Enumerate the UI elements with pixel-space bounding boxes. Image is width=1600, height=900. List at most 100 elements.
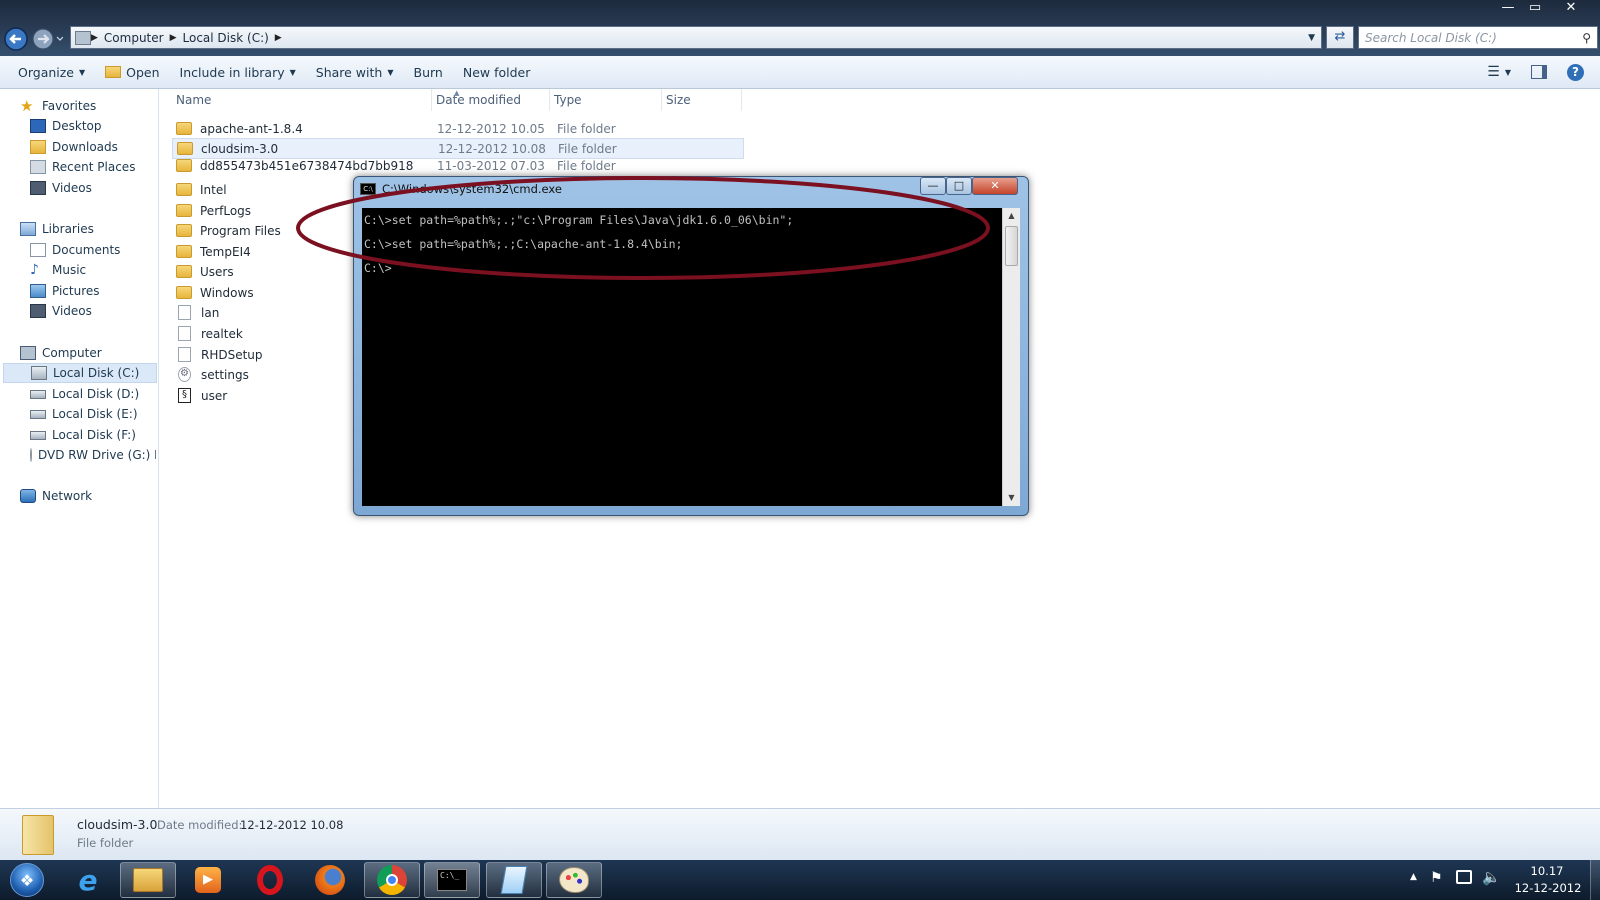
chevron-right-icon[interactable]: ▶ bbox=[170, 33, 177, 43]
share-with-button[interactable]: Share with ▼ bbox=[306, 56, 404, 88]
include-in-library-button[interactable]: Include in library ▼ bbox=[170, 56, 306, 88]
drive-icon bbox=[30, 389, 46, 399]
windows-logo-icon: ❖ bbox=[10, 863, 44, 897]
nav-favorites[interactable]: ★ Favorites bbox=[20, 96, 96, 116]
folder-icon bbox=[176, 122, 192, 135]
recent-places-icon bbox=[30, 160, 46, 174]
drive-icon bbox=[31, 366, 47, 380]
search-input[interactable]: Search Local Disk (C:) ⚲ bbox=[1358, 26, 1598, 49]
help-button[interactable]: ? bbox=[1557, 56, 1594, 88]
videos-icon bbox=[30, 181, 46, 195]
file-name: Users bbox=[200, 264, 234, 279]
clock-date[interactable]: 12-12-2012 bbox=[1508, 881, 1588, 895]
minimize-button[interactable]: — bbox=[1494, 0, 1522, 18]
taskbar-notepad[interactable] bbox=[486, 862, 542, 898]
folder-icon bbox=[176, 204, 192, 217]
chevron-right-icon[interactable]: ▶ bbox=[91, 33, 98, 43]
paint-icon bbox=[559, 867, 589, 893]
file-name: cloudsim-3.0 bbox=[201, 141, 279, 156]
taskbar-internet-explorer[interactable]: e bbox=[60, 862, 116, 898]
taskbar-windows-explorer[interactable] bbox=[120, 862, 176, 898]
nav-pictures[interactable]: Pictures bbox=[30, 281, 100, 301]
address-bar[interactable]: ▶ Computer ▶ Local Disk (C:) ▶ ▼ bbox=[70, 26, 1322, 49]
close-button[interactable]: ✕ bbox=[1548, 0, 1594, 18]
list-item[interactable]: lan bbox=[172, 302, 342, 323]
nav-documents[interactable]: Documents bbox=[30, 240, 120, 260]
folder-icon bbox=[176, 265, 192, 278]
nav-label: Local Disk (D:) bbox=[52, 387, 140, 401]
nav-recent-places[interactable]: Recent Places bbox=[30, 157, 135, 177]
start-button[interactable]: ❖ bbox=[2, 862, 52, 898]
nav-local-disk-f[interactable]: Local Disk (F:) bbox=[30, 425, 136, 445]
organize-label: Organize bbox=[18, 64, 74, 80]
breadcrumb-local-disk[interactable]: Local Disk (C:) bbox=[183, 31, 269, 45]
burn-button[interactable]: Burn bbox=[404, 56, 453, 88]
nav-videos-library[interactable]: Videos bbox=[30, 301, 92, 321]
chevron-right-icon[interactable]: ▶ bbox=[275, 33, 282, 43]
nav-label: Local Disk (F:) bbox=[52, 428, 136, 442]
folder-icon bbox=[176, 245, 192, 258]
show-desktop-button[interactable] bbox=[1590, 860, 1600, 900]
open-button[interactable]: Open bbox=[95, 56, 169, 88]
nav-computer[interactable]: Computer bbox=[20, 343, 102, 363]
taskbar-cmd[interactable]: C:\_ bbox=[424, 862, 480, 898]
nav-dvd-drive[interactable]: DVD RW Drive (G:) N bbox=[30, 445, 156, 465]
internet-explorer-icon: e bbox=[78, 863, 98, 897]
nav-local-disk-d[interactable]: Local Disk (D:) bbox=[30, 384, 139, 404]
folder-icon bbox=[176, 286, 192, 299]
list-item-selected[interactable]: cloudsim-3.0 12-12-2012 10.08 File folder bbox=[172, 138, 744, 159]
taskbar-media-player[interactable]: ▶ bbox=[180, 862, 236, 898]
network-tray-icon[interactable] bbox=[1456, 870, 1472, 884]
show-hidden-icons[interactable]: ▲ bbox=[1410, 872, 1417, 882]
taskbar: ❖ e ▶ C:\_ ▲ ⚑ 🔈 10.17 12-12-2012 bbox=[0, 860, 1600, 900]
preview-pane-button[interactable] bbox=[1521, 56, 1557, 88]
star-icon: ★ bbox=[20, 97, 34, 115]
nav-local-disk-c[interactable]: Local Disk (C:) bbox=[3, 363, 157, 383]
file-name: settings bbox=[201, 367, 249, 382]
nav-music[interactable]: ♪ Music bbox=[30, 260, 86, 280]
new-folder-button[interactable]: New folder bbox=[453, 56, 541, 88]
annotation-ellipse bbox=[296, 176, 990, 280]
taskbar-opera[interactable] bbox=[242, 862, 298, 898]
nav-videos-favorite[interactable]: Videos bbox=[30, 178, 92, 198]
nav-libraries[interactable]: Libraries bbox=[20, 219, 94, 239]
nav-label: Music bbox=[52, 263, 87, 277]
nav-local-disk-e[interactable]: Local Disk (E:) bbox=[30, 404, 138, 424]
list-item[interactable]: § user bbox=[172, 385, 342, 406]
navigation-pane: ★ Favorites Desktop Downloads Recent Plac… bbox=[0, 89, 159, 808]
breadcrumb-computer[interactable]: Computer bbox=[104, 31, 164, 45]
file-type: File folder bbox=[557, 121, 616, 136]
refresh-icon[interactable]: ⇄ bbox=[1326, 26, 1354, 49]
list-item[interactable]: realtek bbox=[172, 323, 342, 344]
chevron-down-icon: ▼ bbox=[79, 67, 86, 77]
list-item[interactable]: RHDSetup bbox=[172, 344, 342, 365]
back-forward-icon[interactable] bbox=[3, 26, 64, 52]
maximize-button[interactable]: ▭ bbox=[1522, 0, 1548, 18]
column-header-size[interactable]: Size bbox=[662, 89, 742, 111]
taskbar-chrome[interactable] bbox=[364, 862, 420, 898]
column-header-name[interactable]: Name bbox=[172, 89, 432, 111]
history-dropdown-icon[interactable]: ▼ bbox=[1308, 33, 1315, 43]
list-item[interactable]: apache-ant-1.8.4 12-12-2012 10.05 File fol… bbox=[172, 118, 744, 139]
clock-time[interactable]: 10.17 bbox=[1512, 864, 1582, 878]
taskbar-paint[interactable] bbox=[546, 862, 602, 898]
file-date: 12-12-2012 10.08 bbox=[438, 141, 546, 156]
file-name: apache-ant-1.8.4 bbox=[200, 121, 303, 136]
libraries-icon bbox=[20, 222, 36, 236]
column-header-type[interactable]: Type bbox=[550, 89, 662, 111]
nav-desktop[interactable]: Desktop bbox=[30, 116, 102, 136]
view-options-button[interactable]: ☰ ▼ bbox=[1477, 56, 1521, 88]
taskbar-firefox[interactable] bbox=[302, 862, 358, 898]
nav-downloads[interactable]: Downloads bbox=[30, 137, 118, 157]
list-item[interactable]: ⚙ settings bbox=[172, 364, 342, 385]
scroll-down-icon[interactable]: ▼ bbox=[1003, 490, 1020, 506]
volume-icon[interactable]: 🔈 bbox=[1482, 868, 1501, 886]
action-center-flag-icon[interactable]: ⚑ bbox=[1430, 870, 1443, 886]
nav-network[interactable]: Network bbox=[20, 486, 92, 506]
network-icon bbox=[20, 489, 36, 503]
organize-button[interactable]: Organize ▼ bbox=[8, 56, 95, 88]
file-icon bbox=[178, 305, 191, 320]
column-header-date[interactable]: Date modified bbox=[432, 89, 550, 111]
folder-icon bbox=[176, 159, 192, 172]
search-placeholder: Search Local Disk (C:) bbox=[1365, 30, 1497, 45]
